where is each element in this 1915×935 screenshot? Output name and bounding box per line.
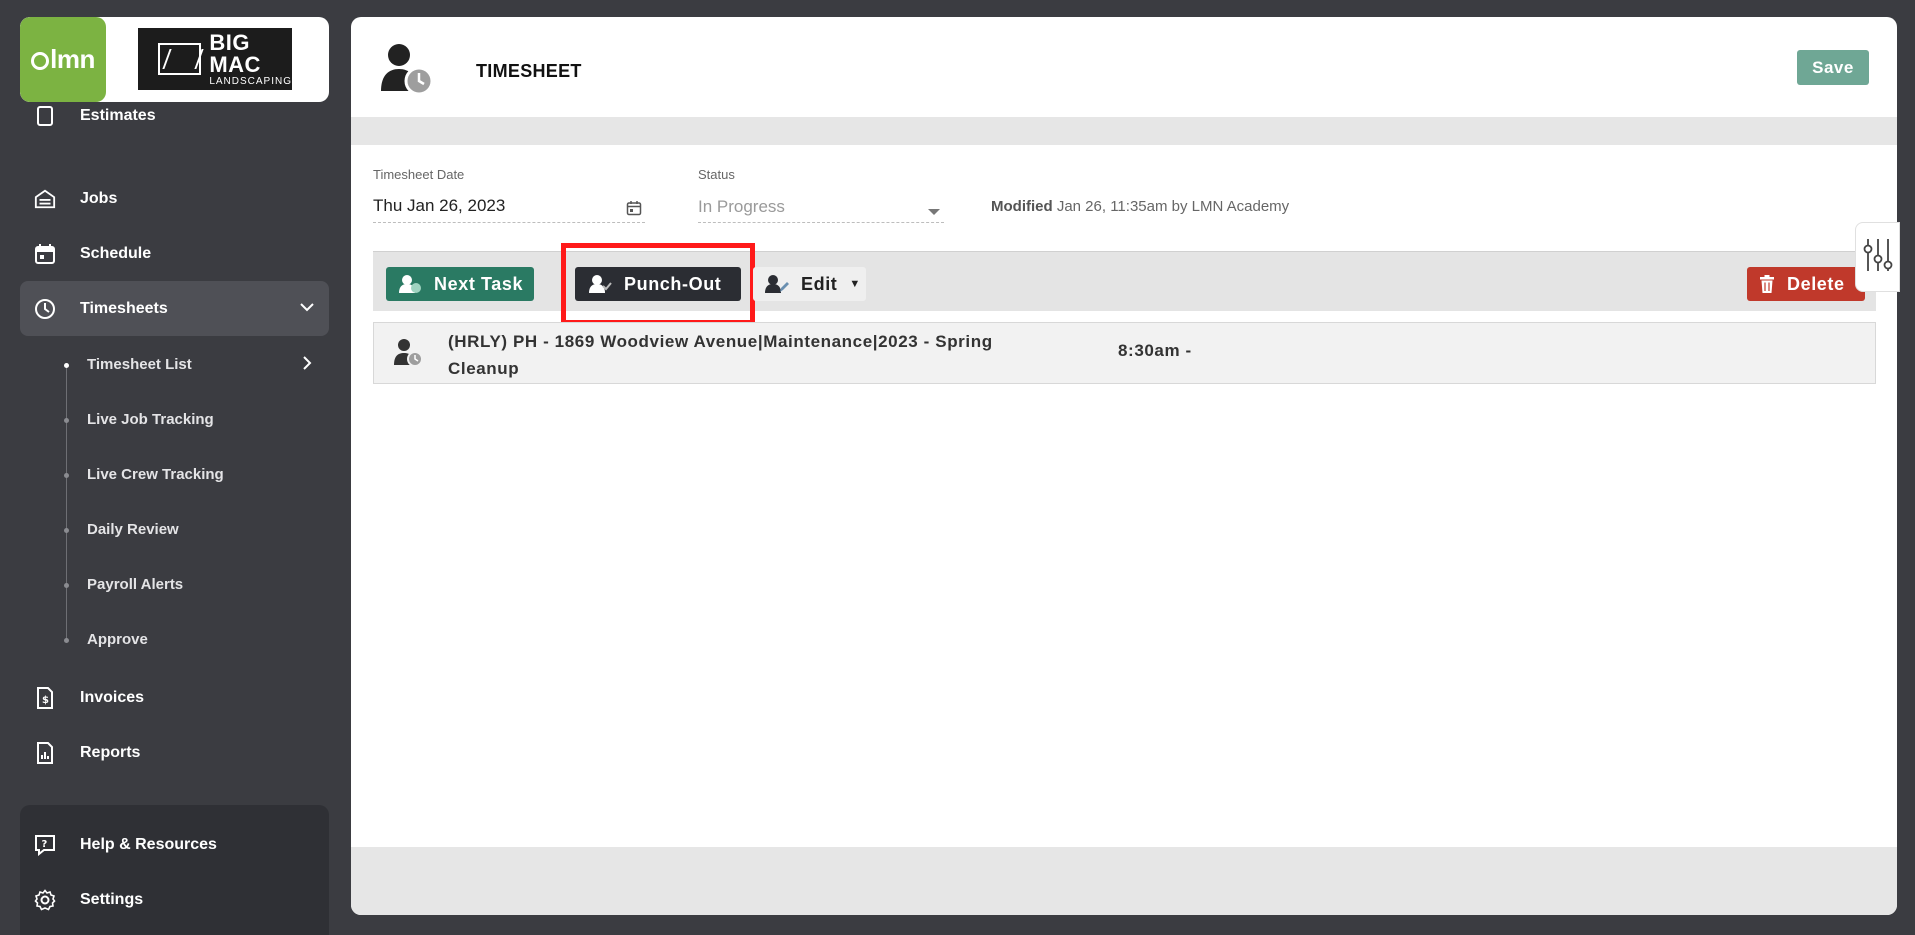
sidebar: lmn BIG MAC LANDSCAPING Estimates Jobs S… — [0, 0, 345, 935]
company-logo-line2: MAC — [209, 51, 261, 77]
user-clock-icon — [392, 337, 424, 372]
gear-icon — [34, 888, 56, 911]
lmn-logo-text: lmn — [50, 44, 95, 74]
sidebar-item-label: Schedule — [80, 244, 152, 262]
task-time: 8:30am - — [1118, 341, 1192, 360]
timesheet-date-label: Timesheet Date — [373, 167, 465, 182]
sidebar-subitem-label: Daily Review — [87, 521, 179, 538]
sidebar-item-timesheets[interactable]: Timesheets — [20, 281, 329, 336]
sidebar-bottom-section: ? Help & Resources Settings — [20, 805, 329, 935]
filter-settings-tab[interactable] — [1855, 222, 1900, 292]
sidebar-item-settings[interactable]: Settings — [20, 872, 329, 927]
status-label: Status — [698, 167, 735, 182]
status-field-underline — [698, 222, 944, 223]
sidebar-subitem-approve[interactable]: Approve — [20, 612, 329, 667]
modified-info: Modified Jan 26, 11:35am by LMN Academy — [991, 198, 1289, 215]
sidebar-subitem-label: Approve — [87, 631, 148, 648]
clock-icon — [34, 298, 56, 320]
estimates-icon — [34, 105, 56, 127]
main-panel: TIMESHEET Save Timesheet Date Thu Jan 26… — [351, 17, 1897, 915]
sidebar-subitem-label: Timesheet List — [87, 356, 192, 373]
report-icon — [34, 741, 56, 764]
delete-label: Delete — [1787, 273, 1845, 294]
company-logo-line3: LANDSCAPING — [209, 75, 292, 87]
modified-value: Jan 26, 11:35am by LMN Academy — [1056, 198, 1290, 215]
sidebar-item-label: Help & Resources — [80, 835, 217, 853]
modified-label: Modified — [991, 198, 1053, 215]
lmn-logo[interactable]: lmn — [20, 17, 106, 102]
timesheet-user-clock-icon — [377, 41, 437, 97]
logo-area: lmn BIG MAC LANDSCAPING — [20, 17, 329, 102]
action-toolbar: Next Task Punch-Out Edit ▼ Delete — [373, 243, 1876, 325]
punch-out-button[interactable]: Punch-Out — [575, 267, 741, 301]
sidebar-item-label: Invoices — [80, 688, 145, 706]
edit-label: Edit — [801, 273, 838, 294]
sidebar-item-invoices[interactable]: $ Invoices — [20, 670, 329, 725]
sidebar-subitem-live-job-tracking[interactable]: Live Job Tracking — [20, 392, 329, 447]
edit-button[interactable]: Edit ▼ — [753, 267, 866, 301]
sidebar-item-schedule[interactable]: Schedule — [20, 226, 329, 281]
chevron-down-icon[interactable] — [299, 299, 315, 320]
task-description: (HRLY) PH - 1869 Woodview Avenue|Mainten… — [448, 332, 993, 378]
jobs-icon — [34, 188, 56, 210]
page-title: TIMESHEET — [476, 61, 582, 81]
next-task-label: Next Task — [434, 273, 524, 294]
sidebar-item-label: Estimates — [80, 106, 156, 124]
company-logo-line1: BIG — [209, 29, 250, 55]
footer-band — [351, 847, 1897, 915]
svg-text:$: $ — [42, 695, 49, 706]
sidebar-subitem-daily-review[interactable]: Daily Review — [20, 502, 329, 557]
user-edit-icon — [765, 274, 789, 294]
sidebar-item-estimates[interactable]: Estimates — [20, 103, 329, 143]
next-task-button[interactable]: Next Task — [386, 267, 534, 301]
page-header: TIMESHEET Save — [351, 17, 1897, 117]
date-picker-icon[interactable] — [626, 200, 642, 221]
caret-down-icon: ▼ — [849, 278, 861, 290]
sidebar-item-jobs[interactable]: Jobs — [20, 171, 329, 226]
sidebar-subitem-label: Payroll Alerts — [87, 576, 184, 593]
sidebar-subitem-live-crew-tracking[interactable]: Live Crew Tracking — [20, 447, 329, 502]
date-field-underline — [373, 222, 645, 223]
chevron-right-icon — [299, 355, 315, 375]
timesheet-date-value[interactable]: Thu Jan 26, 2023 — [373, 196, 505, 216]
caret-down-icon[interactable] — [927, 203, 941, 221]
sidebar-item-help[interactable]: ? Help & Resources — [20, 817, 329, 872]
delete-button[interactable]: Delete — [1747, 267, 1865, 301]
company-logo: BIG MAC LANDSCAPING — [138, 28, 292, 90]
trash-icon — [1759, 275, 1775, 293]
sidebar-item-label: Jobs — [80, 189, 118, 207]
punch-out-label: Punch-Out — [624, 273, 722, 294]
sidebar-item-label: Settings — [80, 890, 144, 908]
user-check-icon — [588, 274, 612, 294]
company-logo-mark — [158, 43, 202, 75]
header-divider-band — [351, 117, 1897, 145]
status-select[interactable]: In Progress — [698, 197, 785, 217]
sidebar-subitem-payroll-alerts[interactable]: Payroll Alerts — [20, 557, 329, 612]
sidebar-item-label: Reports — [80, 743, 141, 761]
sidebar-item-reports[interactable]: Reports — [20, 725, 329, 780]
invoice-icon: $ — [34, 686, 56, 709]
svg-text:?: ? — [42, 839, 48, 850]
sidebar-item-label: Timesheets — [80, 299, 168, 317]
sidebar-subitem-timesheet-list[interactable]: Timesheet List — [20, 337, 329, 392]
sidebar-subitem-label: Live Job Tracking — [87, 411, 214, 428]
task-row[interactable]: (HRLY) PH - 1869 Woodview Avenue|Mainten… — [373, 322, 1876, 384]
save-button[interactable]: Save — [1797, 50, 1869, 85]
help-icon: ? — [34, 834, 56, 856]
calendar-icon — [34, 243, 56, 265]
sidebar-subitem-label: Live Crew Tracking — [87, 466, 224, 483]
user-next-icon — [398, 274, 422, 294]
sliders-icon — [1863, 237, 1893, 278]
